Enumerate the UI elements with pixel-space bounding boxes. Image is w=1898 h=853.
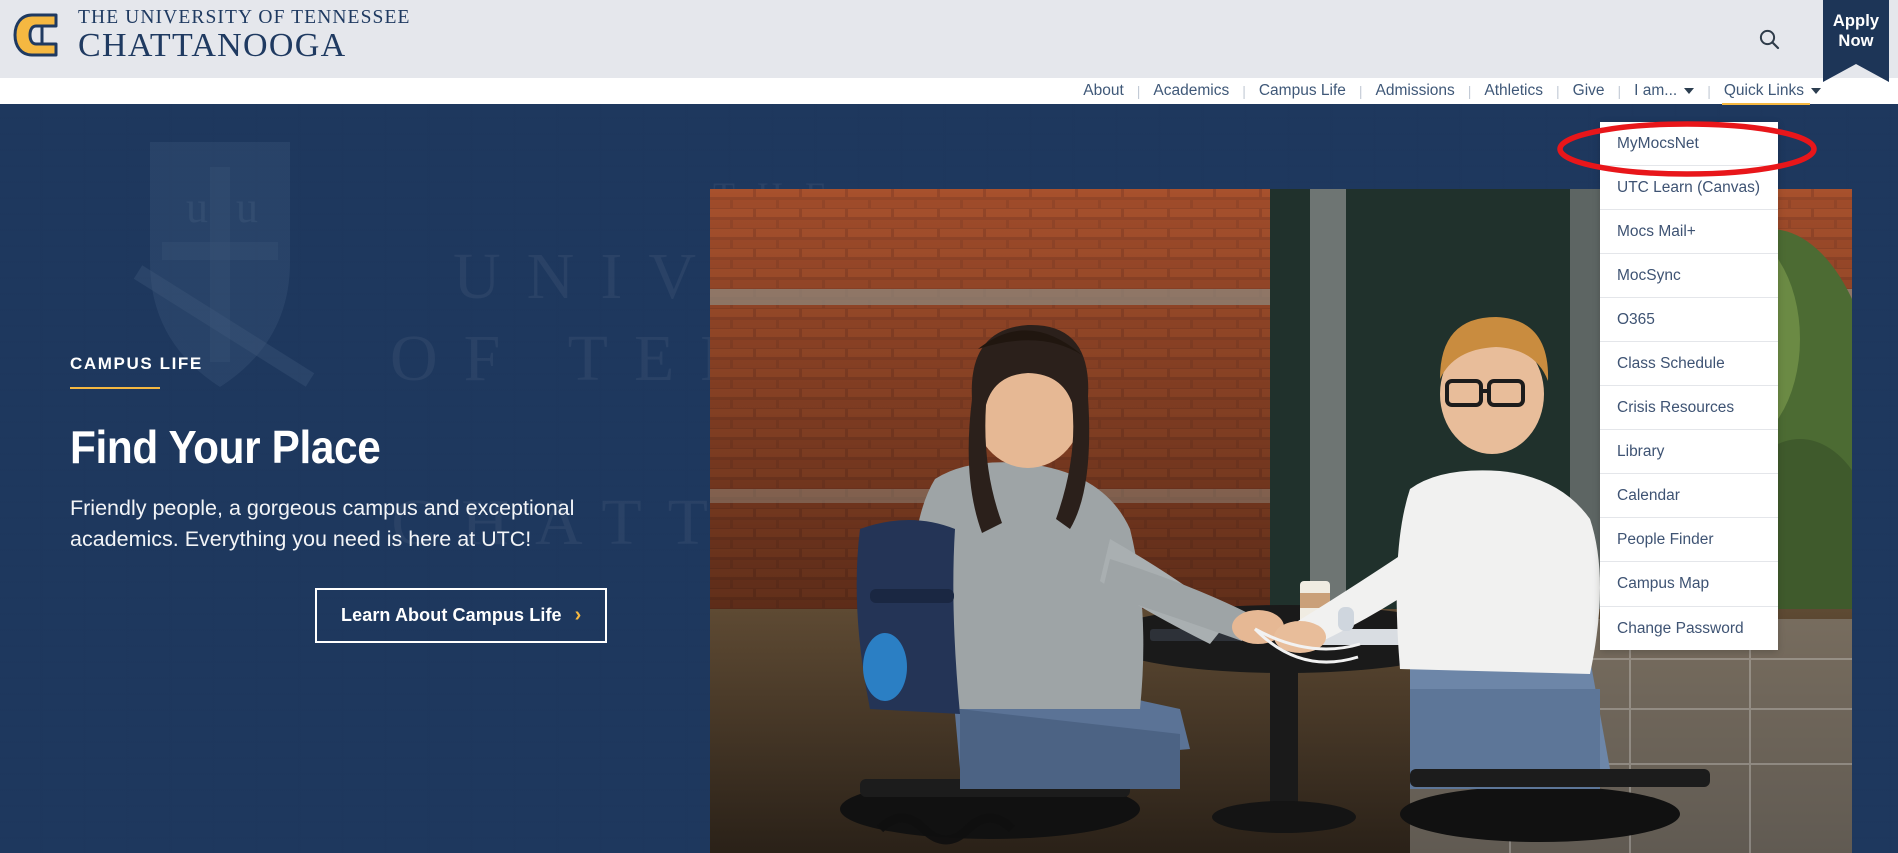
nav-item-academics[interactable]: Academics [1140,78,1242,104]
quick-links-dropdown: MyMocsNet UTC Learn (Canvas) Mocs Mail+ Moc… [1600,122,1778,650]
utc-homepage: THE UNIVERSITY OF TENNESSEE CHATTANOOGA … [0,0,1898,853]
nav-item-i-am[interactable]: I am... [1621,78,1707,104]
nav-item-label: Admissions [1375,82,1455,99]
learn-about-campus-life-button[interactable]: Learn About Campus Life › [315,588,608,644]
nav-item-label: Give [1572,82,1605,99]
quick-links-item-utc-learn-canvas[interactable]: UTC Learn (Canvas) [1600,165,1778,209]
svg-text:u: u [186,183,208,232]
quick-links-item-calendar[interactable]: Calendar [1600,473,1778,517]
quick-links-item-change-password[interactable]: Change Password [1600,605,1778,650]
quick-links-item-people-finder[interactable]: People Finder [1600,517,1778,561]
hero-button-label: Learn About Campus Life [341,605,562,626]
nav-item-quick-links[interactable]: Quick Links [1711,78,1834,105]
logo-line-1: THE UNIVERSITY OF TENNESSEE [78,7,411,28]
nav-item-about[interactable]: About [1070,78,1137,104]
hero-eyebrow-strong: CAMPUS [70,354,154,373]
apply-now-line-2: Now [1838,32,1874,50]
quick-links-item-mocsync[interactable]: MocSync [1600,253,1778,297]
nav-item-label: Quick Links [1723,82,1804,99]
nav-item-give[interactable]: Give [1560,78,1618,104]
quick-links-item-campus-map[interactable]: Campus Map [1600,561,1778,605]
quick-links-item-mymocsnet[interactable]: MyMocsNet [1600,122,1778,165]
site-header: THE UNIVERSITY OF TENNESSEE CHATTANOOGA … [0,0,1898,82]
nav-item-label: Athletics [1484,82,1543,99]
utc-power-c-icon [13,13,58,57]
quick-links-item-mocs-mail[interactable]: Mocs Mail+ [1600,209,1778,253]
nav-list: About | Academics | Campus Life | Admissions | A… [1070,78,1834,105]
nav-item-label: I am... [1634,82,1678,99]
hero-eyebrow-rule [70,387,160,389]
nav-item-campus-life[interactable]: Campus Life [1246,78,1359,104]
nav-item-label: Campus Life [1258,82,1346,99]
hero-copy: CAMPUS LIFE Find Your Place Friendly peo… [70,354,630,644]
nav-item-athletics[interactable]: Athletics [1471,78,1556,104]
search-button[interactable] [1750,20,1788,58]
site-logo[interactable]: THE UNIVERSITY OF TENNESSEE CHATTANOOGA [12,8,410,63]
quick-links-item-crisis-resources[interactable]: Crisis Resources [1600,385,1778,429]
search-icon [1759,29,1780,50]
svg-text:u: u [236,183,258,232]
nav-item-label: About [1083,82,1124,99]
hero-subtitle: Friendly people, a gorgeous campus and e… [70,496,575,551]
apply-now-line-1: Apply [1832,12,1880,30]
quick-links-item-library[interactable]: Library [1600,429,1778,473]
quick-links-item-o365[interactable]: O365 [1600,297,1778,341]
nav-item-label: Academics [1153,82,1230,99]
hero-eyebrow: CAMPUS LIFE [70,354,630,374]
logo-line-2: CHATTANOOGA [78,26,347,64]
chevron-down-icon [1684,88,1695,94]
chevron-right-icon: › [574,604,582,627]
nav-item-admissions[interactable]: Admissions [1363,78,1468,104]
main-navigation: About | Academics | Campus Life | Admissions | A… [0,78,1898,105]
apply-now-button[interactable]: Apply Now [1823,0,1889,82]
quick-links-item-class-schedule[interactable]: Class Schedule [1600,341,1778,385]
hero-title: Find Your Place [70,421,381,473]
chevron-down-icon [1811,88,1821,94]
hero-eyebrow-light: LIFE [153,354,203,373]
